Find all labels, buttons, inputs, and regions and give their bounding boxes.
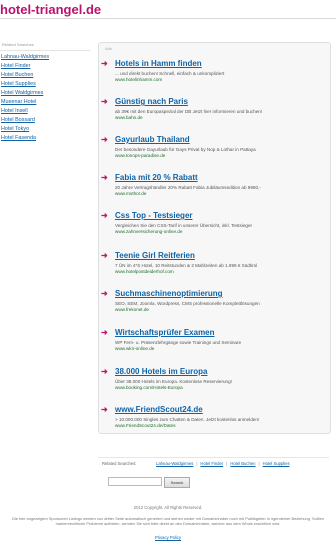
privacy-policy-link[interactable]: Privacy Policy [0,535,336,540]
ad-item: ➜ 38.000 Hotels im Europa Über 38.000 Ho… [101,367,325,391]
site-title[interactable]: hotel-triangel.de [0,2,101,17]
arrow-right-icon: ➜ [101,367,108,376]
link-separator: | [196,461,198,466]
link-separator: | [226,461,228,466]
ad-item: ➜ Wirtschaftsprüfer Examen WP Fern- u. P… [101,328,325,352]
ad-title[interactable]: 38.000 Hotels im Europa [115,367,325,377]
ad-title[interactable]: Css Top - Testsieger [115,211,325,221]
sidebar-item-hotel-tokyo[interactable]: Hotel Tokyo [0,125,90,134]
ad-title[interactable]: Suchmaschinenoptimierung [115,289,325,299]
sidebar-item-hotel-insell[interactable]: Hotel Insell [0,107,90,116]
ad-url[interactable]: www.mothor.de [115,191,325,197]
ad-item: ➜ Teenie Girl Reitferien 7 ÜN im 4*S Hot… [101,251,325,275]
arrow-right-icon: ➜ [101,211,108,220]
sidebar-item-hotel-buchen[interactable]: Hotel Buchen [0,71,90,80]
disclaimer-text: Die hier angezeigten Sponsored Listings … [12,516,324,526]
search-input[interactable] [108,477,162,486]
related-searches-label: Related Searches: [102,461,137,466]
ad-item: ➜ Hotels in Hamm finden ... und direkt b… [101,59,325,83]
ad-item: ➜ www.FriendScout24.de > 10.000.000 Sing… [101,405,325,429]
related-searches-bar: Related Searches: Lahnau-Waldgirmes | Ho… [98,457,329,470]
sidebar-item-hotel-supplies[interactable]: Hotel Supplies [0,80,90,89]
ad-title[interactable]: Wirtschaftsprüfer Examen [115,328,325,338]
ad-item: ➜ Suchmaschinenoptimierung SEO, SEM, Joo… [101,289,325,313]
search-button[interactable]: Search [164,477,190,488]
sidebar-item-hotel-finder[interactable]: Hotel Finder [0,62,90,71]
sidebar-item-mueenar-hotel[interactable]: Mueenar Hotel [0,98,90,107]
ad-url[interactable]: www.booking.com/Hotels-Europa [115,385,325,391]
related-searches-links: Lahnau-Waldgirmes | Hotel Finder | Hotel… [156,461,290,466]
sidebar-item-hotel-fasenda[interactable]: Hotel Fasenda [0,134,90,143]
ad-url[interactable]: www.bahn.de [115,115,325,121]
arrow-right-icon: ➜ [101,251,108,260]
arrow-right-icon: ➜ [101,135,108,144]
arrow-right-icon: ➜ [101,289,108,298]
ad-title[interactable]: Fabia mit 20 % Rabatt [115,173,325,183]
related-link-hotel-buchen[interactable]: Hotel Buchen [230,461,255,466]
arrow-right-icon: ➜ [101,173,108,182]
arrow-right-icon: ➜ [101,328,108,337]
sidebar-item-lahnau-waldgirmes[interactable]: Lahnau-Waldgirmes [0,53,90,62]
arrow-right-icon: ➜ [101,97,108,106]
sidebar-heading: Related Searches [0,42,90,51]
ad-item: ➜ Gayurlaub Thailand Der besondere Gayur… [101,135,325,159]
ad-url[interactable]: www.frekonet.de [115,307,325,313]
arrow-right-icon: ➜ [101,59,108,68]
sidebar-item-hotel-waldgirmes[interactable]: Hotel Waldgirmes [0,89,90,98]
ad-url[interactable]: www.FriendScout24.de/Dates [115,423,325,429]
ad-title[interactable]: Günstig nach Paris [115,97,325,107]
ad-item: ➜ Css Top - Testsieger Vergleichen Sie d… [101,211,325,235]
ad-title[interactable]: Teenie Girl Reitferien [115,251,325,261]
arrow-right-icon: ➜ [101,405,108,414]
ad-item: ➜ Fabia mit 20 % Rabatt 20 Jahre Vertrag… [101,173,325,197]
header-divider [0,18,336,19]
ads-panel: Ads ➜ Hotels in Hamm finden ... und dire… [98,42,331,434]
related-link-hotel-supplies[interactable]: Hotel Supplies [263,461,290,466]
ad-url[interactable]: www.wkn-online.de [115,346,325,352]
sidebar-item-hotel-bossard[interactable]: Hotel Bossard [0,116,90,125]
ads-heading: Ads [105,46,112,51]
ad-url[interactable]: www.hotelpostdeiderhof.com [115,269,325,275]
link-separator: | [258,461,260,466]
related-link-hotel-finder[interactable]: Hotel Finder [200,461,223,466]
ad-url[interactable]: www.zahnversicherung-online.de [115,229,325,235]
copyright-text: 2012 Copyright. All Rights Reserved. [133,505,203,510]
ad-title[interactable]: Hotels in Hamm finden [115,59,325,69]
ad-title[interactable]: Gayurlaub Thailand [115,135,325,145]
sidebar: Related Searches Lahnau-Waldgirmes Hotel… [0,42,90,143]
ad-url[interactable]: www.tonops-paradise.de [115,153,325,159]
related-link-lahnau-waldgirmes[interactable]: Lahnau-Waldgirmes [156,461,193,466]
ad-url[interactable]: www.hotelinhamm.com [115,77,325,83]
ad-title[interactable]: www.FriendScout24.de [115,405,325,415]
ad-item: ➜ Günstig nach Paris ab 39€ mit den Euro… [101,97,325,121]
